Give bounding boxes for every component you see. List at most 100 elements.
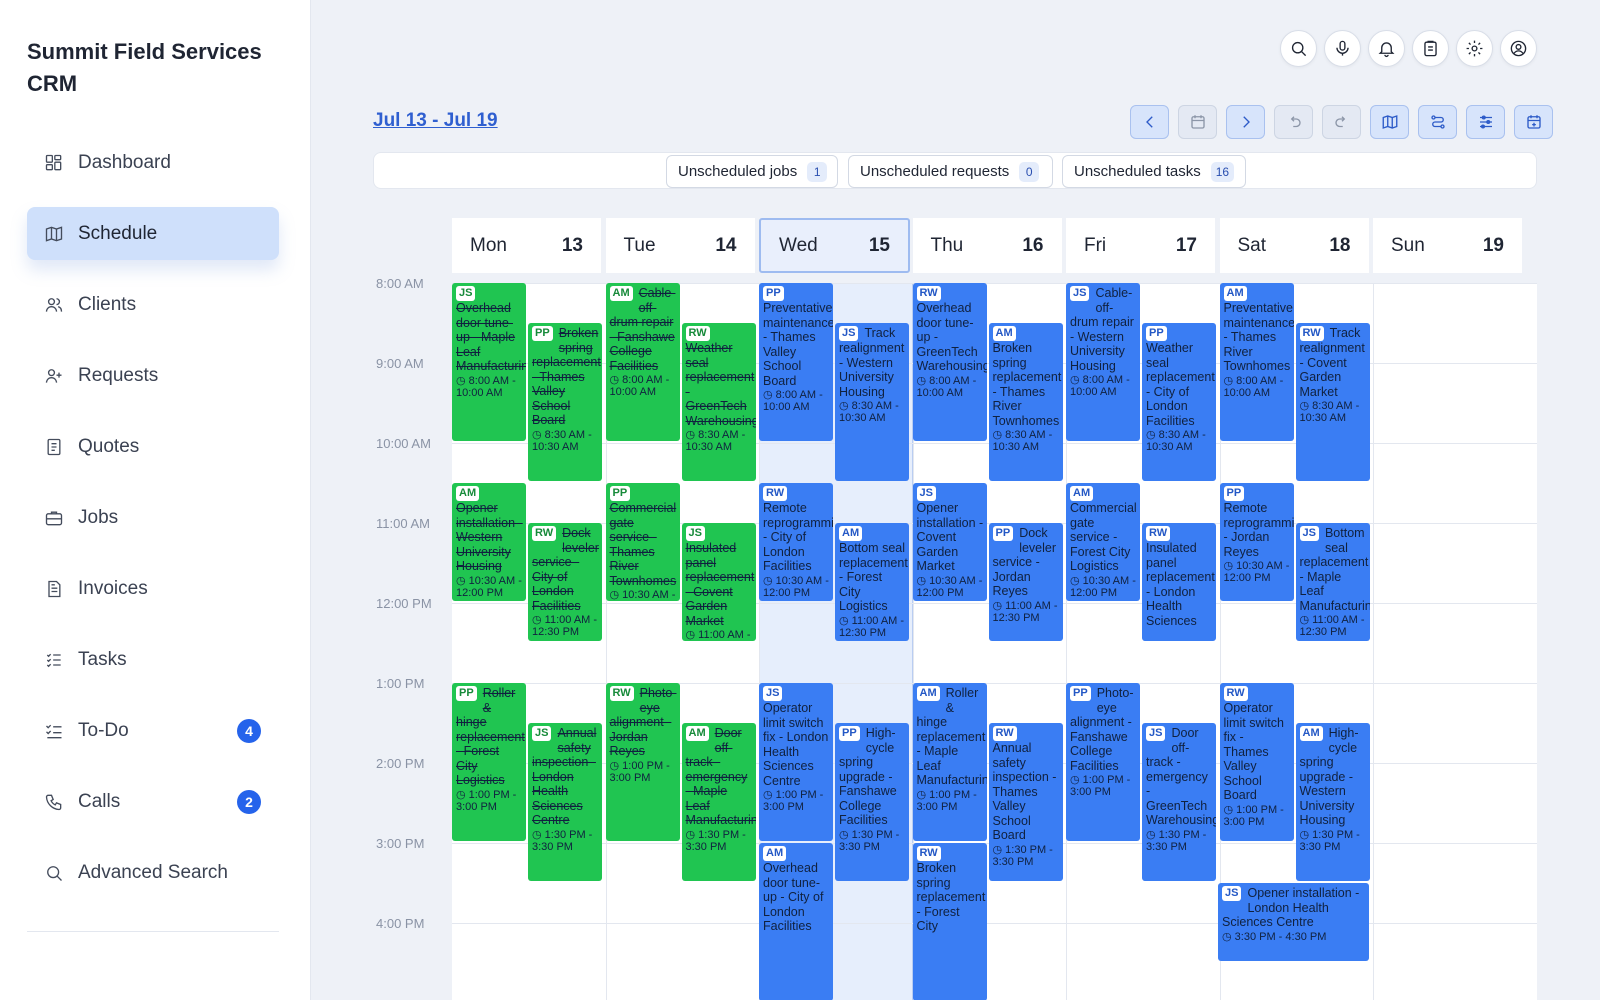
sidebar-item-jobs[interactable]: Jobs xyxy=(27,491,279,544)
event-time: ◷ 1:30 PM - 3:30 PM xyxy=(1146,829,1213,853)
app-title: Summit Field Services CRM xyxy=(27,39,262,96)
schedule-event[interactable]: AM Overhead door tune-up - City of London… xyxy=(759,843,833,1000)
technician-badge: PP xyxy=(992,526,1014,541)
schedule-event[interactable]: RW Overhead door tune-up - GreenTech Ware… xyxy=(912,283,987,441)
schedule-event[interactable]: RW Annual safety inspection - Thames Vall… xyxy=(988,723,1063,881)
sidebar-item-quotes[interactable]: Quotes xyxy=(27,420,279,473)
map-button[interactable] xyxy=(1370,105,1409,139)
technician-badge: RW xyxy=(609,686,634,701)
day-header-tue[interactable]: Tue 14 xyxy=(605,218,757,273)
schedule-event[interactable]: JS Bottom seal replacement - Maple Leaf M… xyxy=(1295,523,1370,641)
schedule-event[interactable]: AM High-cycle spring upgrade - Western Un… xyxy=(1295,723,1370,881)
schedule-event[interactable]: PP Broken spring replacement - Thames Val… xyxy=(528,323,602,481)
sidebar-item-dashboard[interactable]: Dashboard xyxy=(27,136,279,189)
event-time: ◷ 8:30 AM - 10:30 AM xyxy=(1146,429,1213,453)
chip-count: 0 xyxy=(1019,161,1040,182)
schedule-event[interactable]: JS Cable-off-drum repair - Western Univer… xyxy=(1066,283,1140,441)
technician-badge: AM xyxy=(839,526,863,541)
schedule-event[interactable]: RW Photo-eye alignment - Jordan Reyes ◷ 1:… xyxy=(605,683,680,841)
search-button[interactable] xyxy=(1280,30,1317,67)
schedule-event[interactable]: RW Broken spring replacement - Forest Cit… xyxy=(912,843,987,1000)
schedule-event[interactable]: RW Weather seal replacement - GreenTech W… xyxy=(681,323,756,481)
schedule-event[interactable]: AM Commercial gate service - Forest City … xyxy=(1066,483,1140,601)
schedule-event[interactable]: AM Preventative maintenance - Thames Rive… xyxy=(1219,283,1294,441)
schedule-event[interactable]: JS Annual safety inspection - London Heal… xyxy=(528,723,602,881)
schedule-event[interactable]: AM Bottom seal replacement - Forest City … xyxy=(835,523,909,641)
sidebar-item-advanced-search[interactable]: Advanced Search xyxy=(27,846,279,899)
chevron-right-button[interactable] xyxy=(1226,105,1265,139)
day-header-fri[interactable]: Fri 17 xyxy=(1066,218,1217,273)
event-title: Insulated panel replacement - Covent Gar… xyxy=(685,541,755,628)
day-header-sat[interactable]: Sat 18 xyxy=(1219,218,1371,273)
filter-sliders-button[interactable] xyxy=(1466,105,1505,139)
schedule-event[interactable]: JS Door off-track - emergency - GreenTech… xyxy=(1142,723,1216,881)
schedule-event[interactable]: PP High-cycle spring upgrade - Fanshawe C… xyxy=(835,723,909,881)
unscheduled-jobs-chip[interactable]: Unscheduled jobs 1 xyxy=(666,155,838,188)
sidebar-item-label: Invoices xyxy=(78,577,148,599)
schedule-event[interactable]: RW Dock leveler service - City of London … xyxy=(528,523,602,641)
schedule-event[interactable]: PP Preventative maintenance - Thames Vall… xyxy=(759,283,833,441)
schedule-event[interactable]: RW Insulated panel replacement - London H… xyxy=(1142,523,1216,641)
route-button[interactable] xyxy=(1418,105,1457,139)
sidebar-item-todo[interactable]: To-Do 4 xyxy=(27,704,279,757)
day-number: 17 xyxy=(1175,234,1197,256)
gear-button[interactable] xyxy=(1456,30,1493,67)
day-header-mon[interactable]: Mon 13 xyxy=(452,218,603,273)
sidebar-item-requests[interactable]: Requests xyxy=(27,349,279,402)
microphone-button[interactable] xyxy=(1324,30,1361,67)
schedule-event[interactable]: AM Door off-track - emergency - Maple Lea… xyxy=(681,723,756,881)
schedule-event[interactable]: PP Dock leveler service - Jordan Reyes ◷ 1… xyxy=(988,523,1063,641)
schedule-event[interactable]: PP Weather seal replacement - City of Lon… xyxy=(1142,323,1216,481)
day-header-wed[interactable]: Wed 15 xyxy=(759,218,910,273)
clock-icon: ◷ xyxy=(1146,429,1159,441)
schedule-event[interactable]: JS Insulated panel replacement - Covent G… xyxy=(681,523,756,641)
sidebar-item-calls[interactable]: Calls 2 xyxy=(27,775,279,828)
schedule-event[interactable]: RWRemote reprogramming - City of London … xyxy=(759,483,833,601)
clock-icon: ◷ xyxy=(1070,374,1083,386)
date-range-link[interactable]: Jul 13 - Jul 19 xyxy=(373,110,498,132)
calendar-add-button[interactable] xyxy=(1514,105,1553,139)
schedule-event[interactable]: RW Operator limit switch fix - Thames Val… xyxy=(1219,683,1294,841)
clipboard-button[interactable] xyxy=(1412,30,1449,67)
schedule-event[interactable]: PP Roller & hinge replacement - Forest Ci… xyxy=(452,683,526,841)
schedule-event[interactable]: JS Operator limit switch fix - London Hea… xyxy=(759,683,833,841)
unscheduled-bar: Unscheduled jobs 1 Unscheduled requests … xyxy=(373,152,1537,189)
schedule-event[interactable]: JS Overhead door tune-up - Maple Leaf Man… xyxy=(452,283,526,441)
schedule-event[interactable]: JS Opener installation - Covent Garden Ma… xyxy=(912,483,987,601)
calendar-button[interactable] xyxy=(1178,105,1217,139)
event-time: ◷ 1:30 PM - 3:30 PM xyxy=(532,829,599,853)
event-time: ◷ 8:30 AM - 10:30 AM xyxy=(993,429,1060,453)
schedule-event[interactable]: PPRemote reprogramming - Jordan Reyes◷ 1… xyxy=(1219,483,1294,601)
technician-badge: AM xyxy=(916,686,940,701)
schedule-event[interactable]: AM Roller & hinge replacement - Maple Lea… xyxy=(912,683,987,841)
schedule-event[interactable]: AM Broken spring replacement - Thames Riv… xyxy=(988,323,1063,481)
sidebar-item-invoices[interactable]: Invoices xyxy=(27,562,279,615)
schedule-event[interactable]: AM Cable-off-drum repair - Fanshawe Colle… xyxy=(605,283,680,441)
schedule-event[interactable]: JS Track realignment - Western University… xyxy=(835,323,909,481)
schedule-event[interactable]: PP Photo-eye alignment - Fanshawe College… xyxy=(1066,683,1140,841)
sidebar-item-schedule[interactable]: Schedule xyxy=(27,207,279,260)
unscheduled-requests-chip[interactable]: Unscheduled requests 0 xyxy=(848,155,1053,188)
undo-button[interactable] xyxy=(1274,105,1313,139)
undo-icon xyxy=(1285,113,1303,131)
day-header-sun[interactable]: Sun 19 xyxy=(1373,218,1524,273)
unscheduled-tasks-chip[interactable]: Unscheduled tasks 16 xyxy=(1062,155,1246,188)
event-time: ◷ 8:00 AM - 10:00 AM xyxy=(456,375,523,399)
day-name: Mon xyxy=(470,234,507,256)
sidebar-item-clients[interactable]: Clients xyxy=(27,278,279,331)
schedule-event[interactable]: AM Opener installation - Western Universi… xyxy=(452,483,526,601)
schedule-event[interactable]: RW Track realignment - Covent Garden Mark… xyxy=(1295,323,1370,481)
bell-button[interactable] xyxy=(1368,30,1405,67)
user-circle-button[interactable] xyxy=(1500,30,1537,67)
day-header-thu[interactable]: Thu 16 xyxy=(912,218,1064,273)
sidebar: Summit Field Services CRM Dashboard Sched… xyxy=(0,0,311,1000)
redo-button[interactable] xyxy=(1322,105,1361,139)
schedule-event[interactable]: JS Opener installation - London Health Sc… xyxy=(1218,883,1369,961)
week-calendar: Mon 13 Tue 14 Wed 15 Thu 16 Fri 17 Sat 18 Sun 19 JS Ove… xyxy=(452,218,1537,1000)
filter-sliders-icon xyxy=(1477,113,1495,131)
sidebar-item-tasks[interactable]: Tasks xyxy=(27,633,279,686)
chevron-left-button[interactable] xyxy=(1130,105,1169,139)
event-time: ◷ 11:00 AM - 12:30 PM xyxy=(839,615,906,639)
schedule-event[interactable]: PP Commercial gate service - Thames River… xyxy=(605,483,680,601)
search-icon xyxy=(44,863,64,883)
